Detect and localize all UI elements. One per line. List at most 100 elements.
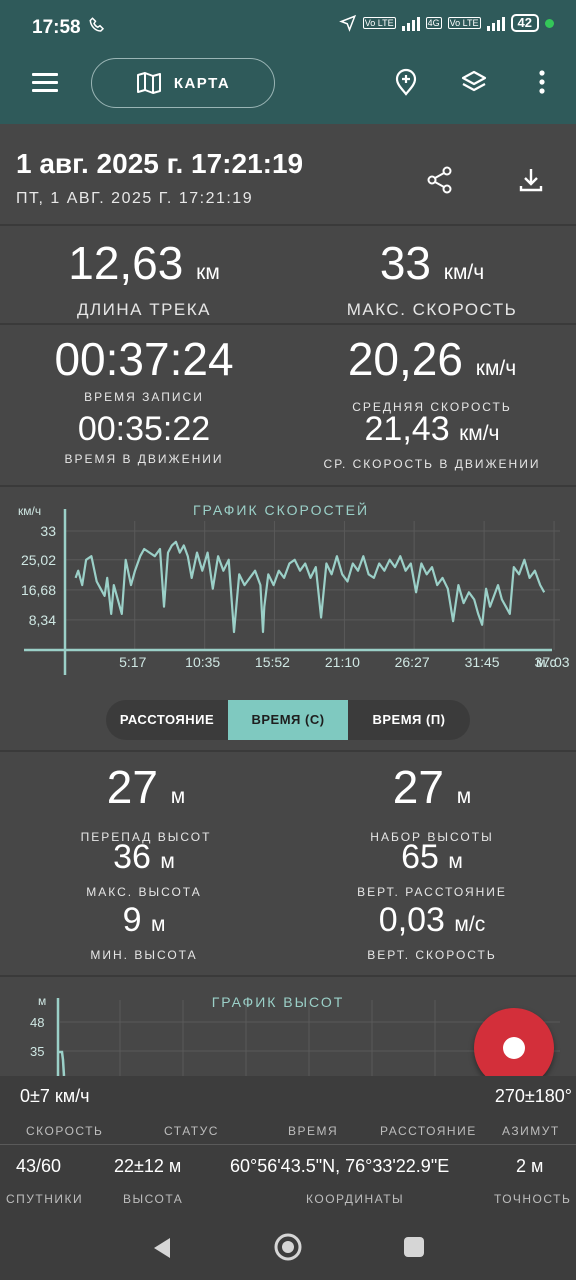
menu-icon[interactable]	[32, 73, 58, 93]
elevation-gain-unit: м	[456, 785, 472, 808]
x-tick-label: 5:17	[119, 654, 146, 670]
add-marker-icon[interactable]	[392, 68, 420, 96]
azimuth-value: 270±180°	[494, 1086, 572, 1106]
max-speed-unit: км/ч	[443, 261, 485, 284]
system-nav-bar	[0, 1216, 576, 1280]
current-speed-value: 0±7 км/ч	[20, 1086, 90, 1106]
min-altitude-label: МИН. ВЫСОТА	[90, 948, 198, 962]
record-icon	[503, 1037, 525, 1059]
min-altitude-unit: м	[150, 913, 166, 936]
tab-time-moving[interactable]: ВРЕМЯ (П)	[348, 700, 470, 740]
x-unit-label: м:с	[536, 654, 557, 670]
stat-elevation-drop: 27 м ПЕРЕПАД ВЫСОТ	[0, 764, 292, 844]
accuracy-value: 2 м	[516, 1156, 544, 1176]
elevation-drop-unit: м	[170, 785, 186, 808]
phone-icon	[88, 16, 106, 39]
x-tick-label: 31:45	[465, 654, 500, 670]
layers-icon[interactable]	[460, 68, 488, 96]
speed-line	[74, 540, 546, 634]
divider	[0, 224, 576, 226]
track-title: 1 авг. 2025 г. 17:21:19	[16, 148, 304, 179]
avg-moving-speed-value: 21,43	[364, 410, 450, 448]
recents-icon[interactable]	[403, 1236, 425, 1258]
coordinates-label: КООРДИНАТЫ	[306, 1192, 405, 1206]
vert-speed-label: ВЕРТ. СКОРОСТЬ	[367, 948, 497, 962]
stat-vert-distance: 65 м ВЕРТ. РАССТОЯНИЕ	[288, 840, 576, 899]
map-icon	[136, 72, 161, 94]
elevation-y-unit: м	[38, 994, 46, 1008]
stat-moving-time: 00:35:22 ВРЕМЯ В ДВИЖЕНИИ	[0, 412, 288, 466]
elevation-y-tick: 48	[30, 1015, 44, 1030]
tab-time-recording[interactable]: ВРЕМЯ (С)	[228, 700, 348, 740]
vert-speed-unit: м/с	[454, 913, 486, 936]
track-length-value: 12,63	[68, 237, 184, 289]
more-icon[interactable]	[528, 68, 556, 96]
altitude-value: 22±12 м	[114, 1156, 182, 1176]
stat-record-time: 00:37:24 ВРЕМЯ ЗАПИСИ	[0, 336, 288, 404]
battery-indicator: 42	[510, 14, 539, 32]
satellites-label: СПУТНИКИ	[6, 1192, 84, 1206]
avg-moving-speed-unit: км/ч	[459, 422, 500, 445]
avg-moving-speed-label: СР. СКОРОСТЬ В ДВИЖЕНИИ	[323, 457, 541, 471]
4g-badge: 4G	[425, 17, 442, 29]
home-icon[interactable]	[273, 1232, 303, 1262]
download-icon[interactable]	[517, 166, 545, 194]
moving-time-label: ВРЕМЯ В ДВИЖЕНИИ	[64, 452, 224, 466]
tab-distance[interactable]: РАССТОЯНИЕ	[106, 700, 228, 740]
volte-badge-2: Vo LTE	[447, 17, 481, 29]
satellites-value: 43/60	[16, 1156, 62, 1176]
avg-speed-unit: км/ч	[475, 357, 517, 380]
y-unit-label: км/ч	[18, 504, 41, 518]
gps-status-panel: 0±7 км/ч 270±180° СКОРОСТЬ СТАТУС ВРЕМЯ …	[0, 1076, 576, 1216]
stat-elevation-gain: 27 м НАБОР ВЫСОТЫ	[288, 764, 576, 844]
moving-time-value: 00:35:22	[77, 410, 211, 448]
y-tick-label: 16,68	[21, 582, 56, 598]
track-length-label: ДЛИНА ТРЕКА	[76, 300, 212, 319]
divider	[0, 323, 576, 325]
divider	[0, 750, 576, 752]
distance-label: РАССТОЯНИЕ	[380, 1124, 477, 1138]
divider	[0, 485, 576, 487]
elevation-drop-value: 27	[106, 761, 158, 813]
min-altitude-value: 9	[122, 901, 142, 939]
time-label: ВРЕМЯ	[288, 1124, 339, 1138]
speed-chart: 5:17 10:35 15:52 21:10 26:27 31:45 37:03м:скм/…	[18, 504, 570, 675]
vert-distance-value: 65	[401, 838, 439, 876]
avg-speed-value: 20,26	[347, 333, 463, 385]
stat-max-altitude: 36 м МАКС. ВЫСОТА	[0, 840, 288, 899]
map-button[interactable]: КАРТА	[91, 58, 275, 108]
app-toolbar: КАРТА	[0, 52, 576, 124]
record-time-label: ВРЕМЯ ЗАПИСИ	[84, 390, 204, 404]
y-tick-label: 33	[40, 523, 56, 539]
share-icon[interactable]	[426, 166, 454, 194]
stat-avg-speed: 20,26 км/ч СРЕДНЯЯ СКОРОСТЬ	[288, 336, 576, 414]
azimuth-label: АЗИМУТ	[502, 1124, 560, 1138]
status-label: СТАТУС	[164, 1124, 219, 1138]
stat-min-altitude: 9 м МИН. ВЫСОТА	[0, 903, 288, 962]
privacy-dot-icon	[545, 18, 554, 28]
max-speed-value: 33	[379, 237, 431, 289]
vert-distance-label: ВЕРТ. РАССТОЯНИЕ	[357, 885, 507, 899]
x-tick-label: 26:27	[395, 654, 430, 670]
x-tick-label: 10:35	[185, 654, 220, 670]
speed-label: СКОРОСТЬ	[26, 1124, 104, 1138]
back-icon[interactable]	[150, 1236, 174, 1260]
altitude-label: ВЫСОТА	[123, 1192, 184, 1206]
max-altitude-unit: м	[160, 850, 175, 873]
track-length-unit: км	[196, 261, 220, 284]
status-bar: 17:58 Vo LTE 4G Vo LTE 42	[0, 0, 576, 52]
stat-vert-speed: 0,03 м/с ВЕРТ. СКОРОСТЬ	[288, 903, 576, 962]
y-tick-label: 8,34	[29, 612, 56, 628]
stat-track-length: 12,63 км ДЛИНА ТРЕКА	[0, 240, 288, 320]
stat-max-speed: 33 км/ч МАКС. СКОРОСТЬ	[288, 240, 576, 320]
chart-mode-switch: РАССТОЯНИЕ ВРЕМЯ (С) ВРЕМЯ (П)	[106, 700, 470, 740]
max-altitude-label: МАКС. ВЫСОТА	[86, 885, 202, 899]
elevation-gain-value: 27	[392, 761, 444, 813]
panel-divider	[0, 1144, 576, 1145]
y-tick-label: 25,02	[21, 552, 56, 568]
status-icons: Vo LTE 4G Vo LTE 42	[338, 14, 554, 32]
x-tick-label: 15:52	[255, 654, 290, 670]
vert-distance-unit: м	[448, 850, 463, 873]
volte-badge: Vo LTE	[362, 17, 396, 29]
signal-icon-2	[486, 15, 505, 31]
